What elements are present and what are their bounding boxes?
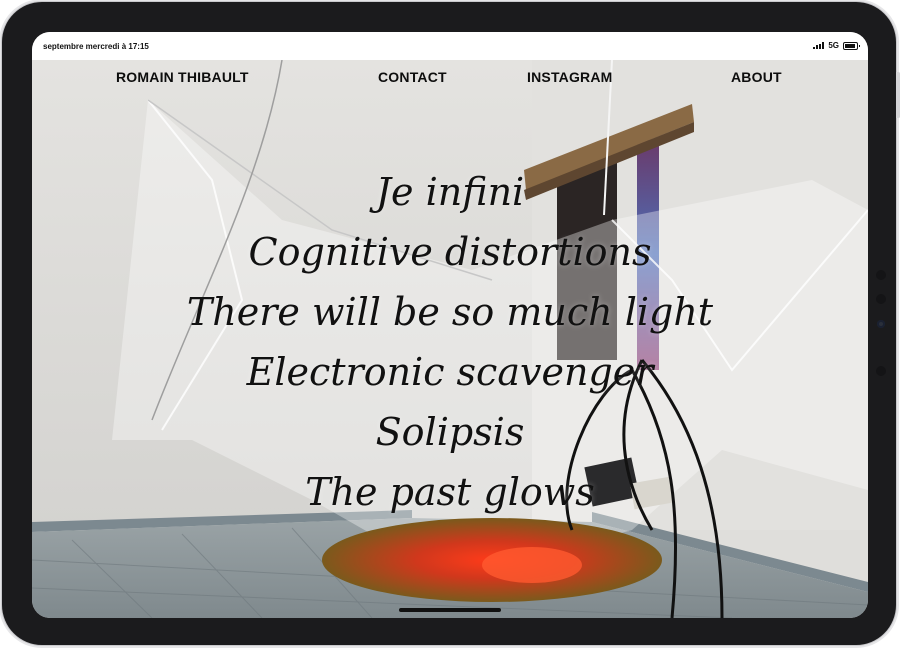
- network-label: 5G: [828, 41, 839, 50]
- tablet-device: septembre mercredi à 17:15 5G ROMAIN THI…: [2, 2, 900, 645]
- camera-icon: [877, 320, 885, 328]
- sensor-dot: [876, 270, 886, 280]
- status-bar: septembre mercredi à 17:15 5G: [32, 32, 868, 60]
- work-link[interactable]: Cognitive distortions: [32, 222, 868, 282]
- nav-contact-link[interactable]: CONTACT: [378, 69, 447, 85]
- works-list: Je infini Cognitive distortions There wi…: [32, 162, 868, 522]
- work-link[interactable]: Solipsis: [32, 402, 868, 462]
- sensor-dot: [876, 366, 886, 376]
- main-nav: ROMAIN THIBAULT CONTACT INSTAGRAM ABOUT: [32, 60, 868, 92]
- home-indicator[interactable]: [399, 608, 501, 612]
- work-link[interactable]: There will be so much light: [32, 282, 868, 342]
- signal-icon: [813, 42, 825, 49]
- work-link[interactable]: The past glows: [32, 462, 868, 522]
- status-indicators: 5G: [813, 41, 860, 50]
- volume-button: [896, 72, 900, 118]
- nav-about-link[interactable]: ABOUT: [731, 69, 782, 85]
- battery-icon: [843, 41, 860, 50]
- nav-home-link[interactable]: ROMAIN THIBAULT: [116, 69, 249, 85]
- nav-instagram-link[interactable]: INSTAGRAM: [527, 69, 613, 85]
- status-time: septembre mercredi à 17:15: [43, 42, 149, 51]
- work-link[interactable]: Je infini: [32, 162, 868, 222]
- work-link[interactable]: Electronic scavenger: [32, 342, 868, 402]
- screen: septembre mercredi à 17:15 5G ROMAIN THI…: [32, 32, 868, 618]
- sensor-dot: [876, 294, 886, 304]
